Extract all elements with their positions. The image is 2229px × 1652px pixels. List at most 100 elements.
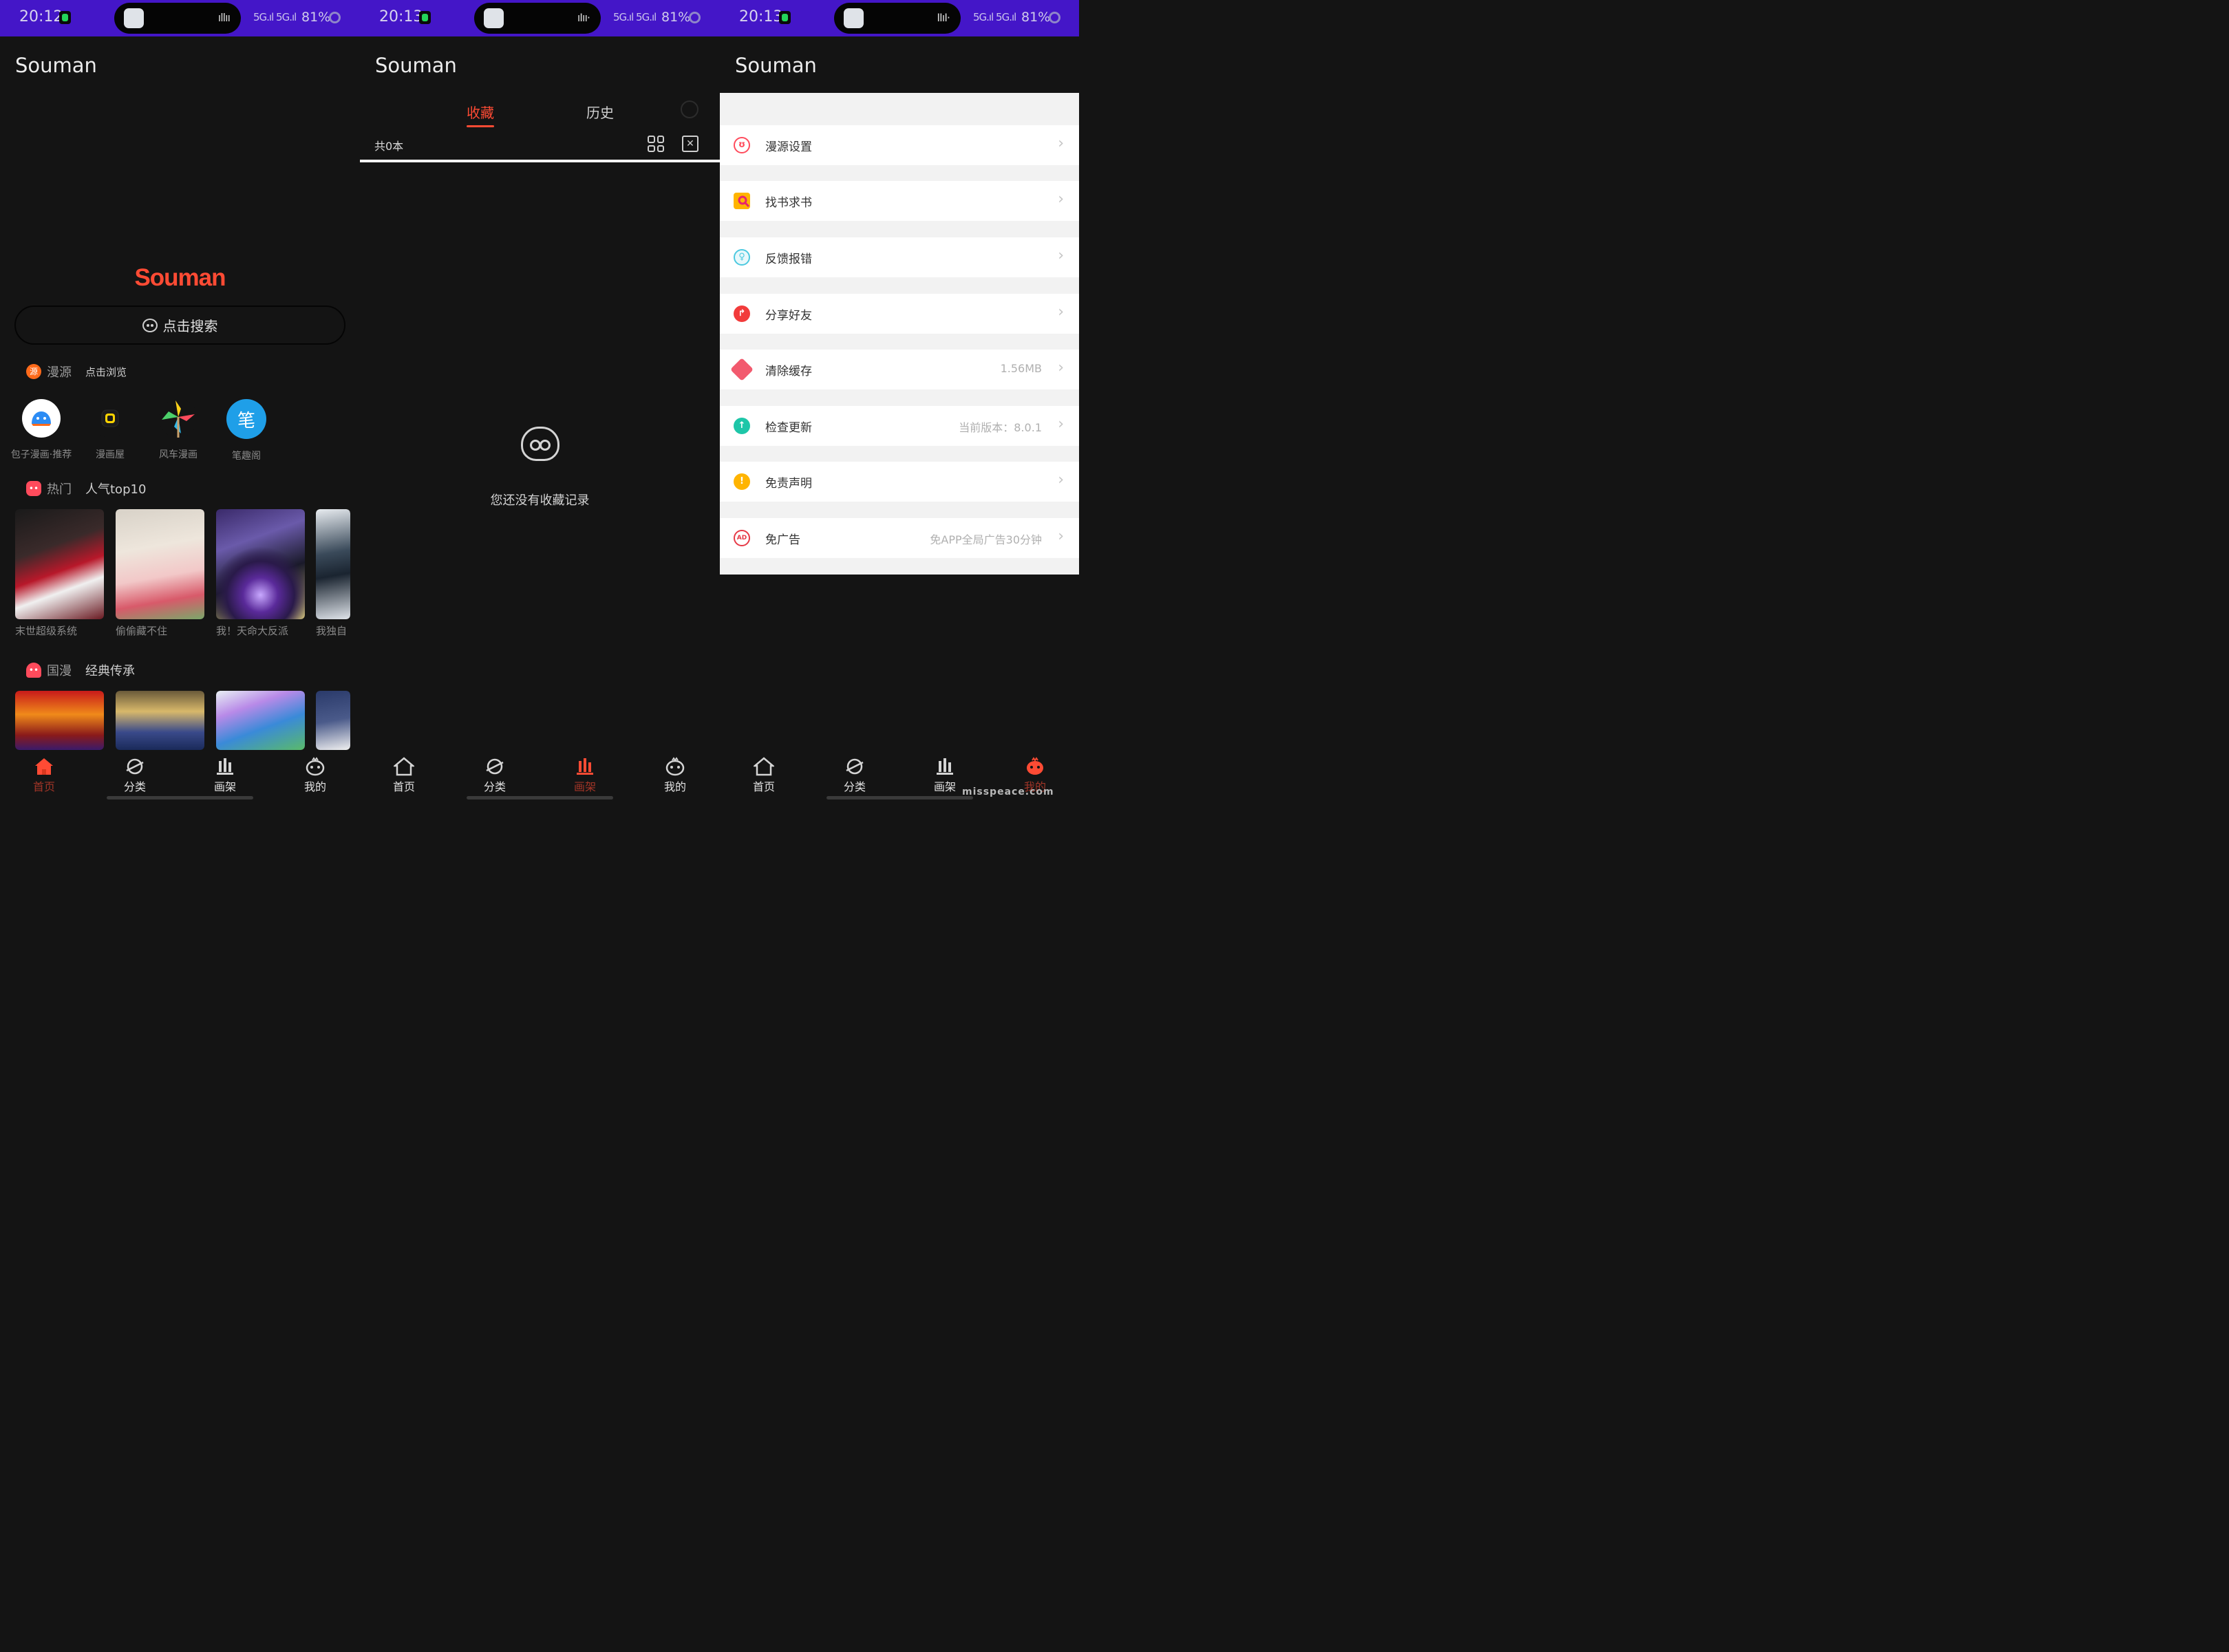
gesture-bar [467,796,613,800]
setting-label: 反馈报错 [765,253,812,266]
hot-section-header[interactable]: •• 热门 人气top10 [26,480,146,497]
tab-favorites[interactable]: 收藏 [467,102,494,122]
no-ad-icon: AD [734,530,750,546]
dynamic-island[interactable]: ıIıı· [474,3,601,34]
cover-image [316,691,350,750]
setting-clear-cache[interactable]: 清除缓存 1.56MB › [720,350,1079,389]
chevron-right-icon: › [1058,191,1064,208]
nav-category[interactable]: 分类 [107,757,162,794]
comic-cover[interactable] [116,509,204,619]
dynamic-island[interactable]: IIıI· [834,3,961,34]
setting-no-ads[interactable]: AD 免广告 免APP全局广告30分钟 › [720,518,1079,558]
eraser-icon [730,358,754,381]
mascot-icon [142,318,158,332]
gesture-bar [826,796,973,800]
sources-section-header[interactable]: 源 漫源 点击浏览 [26,363,127,380]
delete-icon[interactable]: ✕ [682,136,698,152]
guoman-section-header[interactable]: •• 国漫 经典传承 [26,661,135,679]
battery-ring-icon [1049,12,1060,23]
media-thumbnail [484,8,504,28]
search-label: 点击搜索 [162,318,218,334]
nav-mine[interactable]: 我的 [648,757,703,794]
signal-icon: 5G.ıl 5G.ıl [253,11,297,23]
upload-icon: ↑ [734,418,750,434]
source-manhuawu[interactable]: 漫画屋 [76,399,145,461]
source-label: 笔趣阁 [232,451,261,462]
comic-cover[interactable] [216,691,305,750]
setting-feedback[interactable]: ♀ 反馈报错 › [720,237,1079,277]
setting-label: 免责声明 [765,477,812,491]
dynamic-island[interactable]: ıllıı [114,3,241,34]
setting-check-update[interactable]: ↑ 检查更新 当前版本：8.0.1 › [720,406,1079,446]
shelf-screen: 20:13 ıIıı· 5G.ıl 5G.ıl 81% Souman 收藏 历史… [360,0,720,800]
nav-shelf[interactable]: 画架 [557,757,612,794]
battery-level: 81% [301,10,331,25]
app-logo: Souman [134,264,226,291]
lightbulb-icon: ♀ [734,249,750,266]
status-time: 20:12 [19,8,63,25]
cover-image [15,691,104,750]
nav-home[interactable]: 首页 [736,757,791,794]
media-thumbnail [844,8,864,28]
source-fengche[interactable]: 风车漫画 [144,399,213,461]
notification-app-icon [779,11,791,24]
comic-cover[interactable] [15,509,104,619]
source-baozi[interactable]: 包子漫画·推荐 [7,399,76,461]
comic-cover[interactable] [316,509,350,619]
grid-view-icon[interactable] [648,136,664,152]
cover-image [15,509,104,619]
tab-indicator [467,125,494,127]
comic-title[interactable]: 我独自 [316,623,350,638]
book-count: 共0本 [374,140,404,153]
setting-label: 找书求书 [765,196,812,210]
setting-source-settings[interactable]: ʊ 漫源设置 › [720,125,1079,165]
setting-disclaimer[interactable]: ! 免责声明 › [720,462,1079,502]
empty-message: 您还没有收藏记录 [490,493,590,508]
comic-cover[interactable] [116,691,204,750]
search-button[interactable]: 点击搜索 [14,305,345,345]
comic-cover[interactable] [216,509,305,619]
home-icon [394,757,414,776]
status-bar: 20:13 ıIıı· 5G.ıl 5G.ıl 81% [360,0,720,36]
nav-mine[interactable]: 我的 [288,757,343,794]
gesture-bar [107,796,253,800]
brush-icon: 笔 [226,399,266,439]
divider [360,160,720,162]
mascot-face-icon [665,757,685,776]
setting-share[interactable]: ↱ 分享好友 › [720,294,1079,334]
source-biquge[interactable]: 笔 笔趣阁 [212,399,281,462]
planet-icon [125,757,145,776]
nav-category[interactable]: 分类 [467,757,522,794]
setting-find-book[interactable]: 找书求书 › [720,181,1079,221]
cover-image [216,691,305,750]
battery-level: 81% [1021,10,1051,25]
comic-cover[interactable] [316,691,350,750]
setting-value: 1.56MB [1000,362,1042,375]
source-label: 包子漫画·推荐 [10,449,72,460]
nav-label: 分类 [483,780,506,793]
nav-home[interactable]: 首页 [17,757,72,794]
comic-title[interactable]: 我！天命大反派 [216,623,288,638]
cover-image [116,691,204,750]
nav-shelf[interactable]: 画架 [198,757,253,794]
browse-link[interactable]: 点击浏览 [85,365,127,379]
bookshelf-icon [935,757,955,776]
nav-label: 画架 [213,780,236,793]
comic-cover[interactable] [15,691,104,750]
search-icon[interactable] [681,100,698,118]
manhuawu-logo-icon [91,399,129,438]
nav-home[interactable]: 首页 [376,757,431,794]
comic-title[interactable]: 末世超级系统 [15,623,77,638]
tab-history[interactable]: 历史 [586,102,614,122]
section-title: 国漫 [47,664,72,678]
warning-icon: ! [734,473,750,490]
guoman-mascot-icon: •• [26,663,41,678]
nav-category[interactable]: 分类 [827,757,882,794]
planet-icon [484,757,505,776]
nav-label: 我的 [303,780,326,793]
setting-label: 检查更新 [765,421,812,435]
comic-title[interactable]: 偷偷藏不住 [116,623,167,638]
setting-value: 当前版本：8.0.1 [959,421,1042,434]
empty-mascot-icon [521,427,559,461]
status-time: 20:13 [379,8,423,25]
